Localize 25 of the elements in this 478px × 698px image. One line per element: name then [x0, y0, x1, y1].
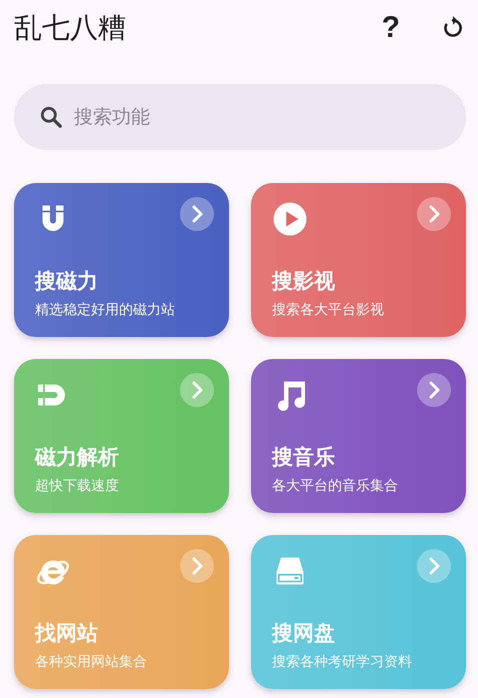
card-subtitle: 各大平台的音乐集合: [272, 477, 399, 495]
chevron-right-icon[interactable]: [180, 197, 214, 231]
card-subtitle: 超快下载速度: [35, 477, 120, 495]
card-title: 搜网盘: [272, 620, 336, 647]
card-title: 找网站: [35, 620, 99, 647]
card-subtitle: 精选稳定好用的磁力站: [35, 301, 176, 319]
feature-card[interactable]: 搜磁力 精选稳定好用的磁力站: [14, 183, 229, 337]
feature-card[interactable]: 搜音乐 各大平台的音乐集合: [251, 359, 466, 513]
feature-card[interactable]: 磁力解析 超快下载速度: [14, 359, 229, 513]
card-subtitle: 搜索各大平台影视: [272, 301, 385, 319]
help-button[interactable]: ?: [378, 11, 404, 45]
feature-card[interactable]: 搜影视 搜索各大平台影视: [251, 183, 466, 337]
card-title: 搜磁力: [35, 268, 99, 295]
feature-card[interactable]: 搜网盘 搜索各种考研学习资料: [251, 535, 466, 689]
feature-card[interactable]: 找网站 各种实用网站集合: [14, 535, 229, 689]
app-title: 乱七八糟: [14, 10, 126, 46]
card-subtitle: 各种实用网站集合: [35, 653, 148, 671]
card-title: 搜影视: [272, 268, 336, 295]
card-subtitle: 搜索各种考研学习资料: [272, 653, 413, 671]
chevron-right-icon[interactable]: [417, 197, 451, 231]
card-title: 磁力解析: [35, 444, 120, 471]
card-title: 搜音乐: [272, 444, 336, 471]
search-field[interactable]: 搜索功能: [14, 84, 466, 150]
chevron-right-icon[interactable]: [417, 373, 451, 407]
play-icon: [272, 201, 308, 237]
